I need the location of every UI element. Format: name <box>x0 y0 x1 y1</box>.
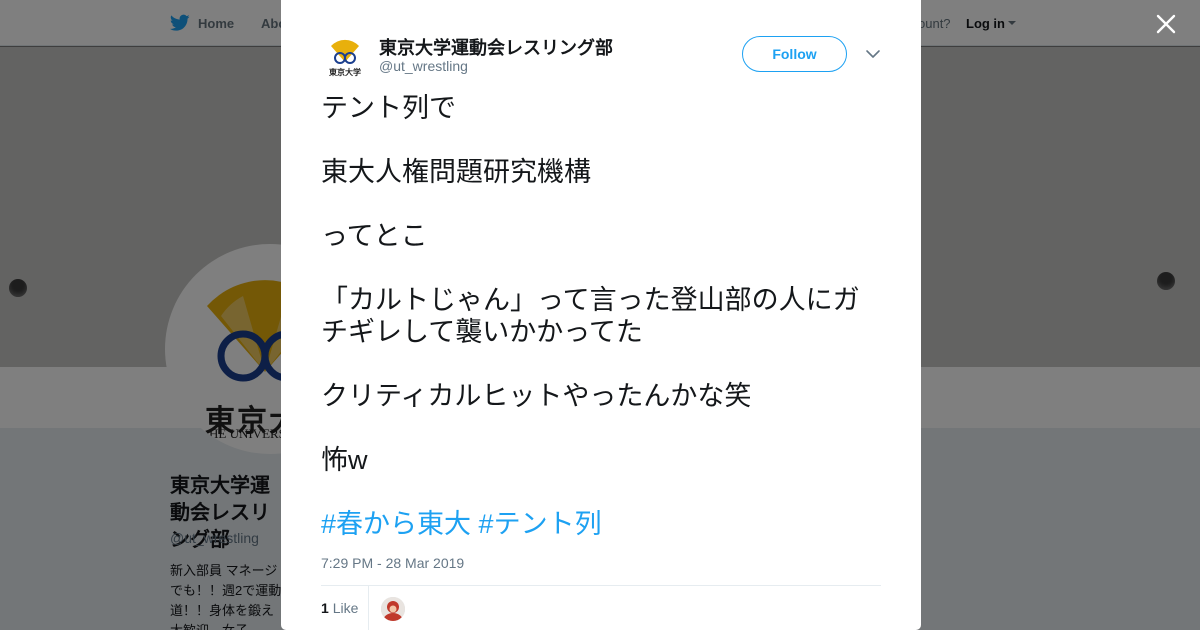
tweet-paragraph: ってとこ <box>321 221 428 251</box>
tweet-modal: 東京大学 東京大学運動会レスリング部 @ut_wrestling Follow … <box>281 0 921 630</box>
tweet-paragraph: 「カルトじゃん」って言った登山部の人にガチギレして襲いかかってた <box>321 285 860 347</box>
like-count-label: Like <box>332 600 359 616</box>
hashtag-link[interactable]: #春から東大 <box>321 509 471 539</box>
like-count-number: 1 <box>321 600 329 616</box>
author-name[interactable]: 東京大学運動会レスリング部 <box>379 34 613 60</box>
hashtag-row: #春から東大 #テント列 <box>321 508 602 540</box>
tweet-paragraph: テント列で <box>321 93 456 123</box>
divider <box>368 586 369 630</box>
close-icon[interactable] <box>1156 14 1176 34</box>
tweet-paragraph: 怖w <box>321 445 368 475</box>
author-avatar-text: 東京大学 <box>329 68 361 77</box>
chevron-down-icon[interactable] <box>865 48 881 60</box>
hashtag-link[interactable]: #テント列 <box>479 509 602 539</box>
tweet-paragraph: 東大人権問題研究機構 <box>321 157 591 187</box>
author-handle[interactable]: @ut_wrestling <box>379 58 468 74</box>
ginkgo-logo-icon <box>331 39 359 64</box>
tweet-text: テント列で 東大人権問題研究機構 ってとこ 「カルトじゃん」って言った登山部の人… <box>321 92 885 476</box>
author-avatar[interactable]: 東京大学 <box>326 32 364 80</box>
follow-button[interactable]: Follow <box>742 36 847 72</box>
user-avatar-icon <box>381 597 405 621</box>
tweet-paragraph: クリティカルヒットやったんかな笑 <box>321 381 752 411</box>
like-count[interactable]: 1 Like <box>321 600 358 616</box>
liker-avatar[interactable] <box>381 597 405 621</box>
tweet-timestamp[interactable]: 7:29 PM - 28 Mar 2019 <box>321 555 464 571</box>
divider <box>321 585 881 586</box>
